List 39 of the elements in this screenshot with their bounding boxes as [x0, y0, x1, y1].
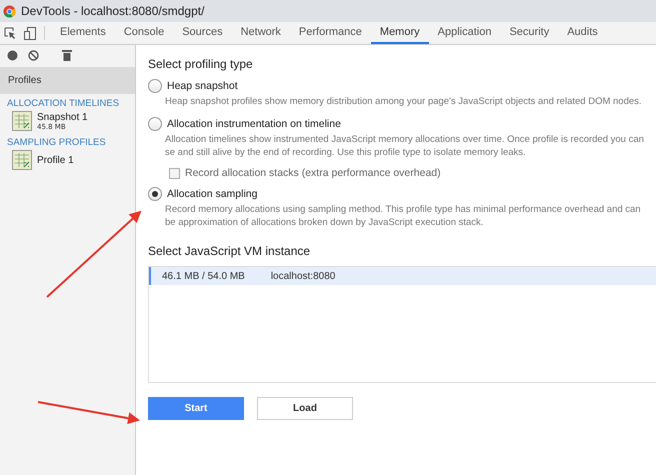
radio-button[interactable]: [148, 116, 162, 131]
radio-button[interactable]: [148, 187, 162, 202]
start-button[interactable]: Start: [148, 397, 244, 420]
radio-button[interactable]: [148, 79, 162, 93]
panel-tab[interactable]: Application: [428, 22, 500, 44]
vm-instance-row[interactable]: 46.1 MB / 54.0 MB localhost:8080: [149, 267, 656, 286]
panel-tab[interactable]: Network: [232, 22, 290, 44]
load-button[interactable]: Load: [257, 397, 353, 420]
section-heading: Select JavaScript VM instance: [148, 244, 312, 258]
panel-tab[interactable]: Sources: [173, 22, 232, 44]
profile-icon: [12, 111, 32, 131]
profile-name[interactable]: Snapshot 1: [37, 112, 88, 122]
section-heading: Select profiling type: [148, 57, 254, 71]
option-description: Record memory allocations using sampling method. This profile type has minimal performance overhead and can be approximation of allocations broken down by JavaScript execution stack.: [165, 204, 642, 230]
radio-option[interactable]: Allocation sampling: [148, 187, 656, 202]
radio-option[interactable]: Heap snapshot: [148, 79, 656, 93]
checkbox[interactable]: [169, 168, 180, 179]
option-label: Allocation sampling: [167, 188, 258, 200]
panel-tab[interactable]: Console: [114, 22, 174, 44]
option-label: Allocation instrumentation on timeline: [167, 118, 341, 130]
profile-name[interactable]: Profile 1: [37, 154, 74, 166]
option-description: Heap snapshot profiles show memory distribution among your page's JavaScript objects and related DOM nodes.: [165, 96, 643, 109]
instance-host: localhost:8080: [270, 270, 336, 282]
panel-tab[interactable]: Security: [500, 22, 558, 44]
window-title: DevTools - localhost:8080/smdgpt/: [21, 4, 204, 18]
panel-tab[interactable]: Memory: [370, 22, 429, 44]
group-title: SAMPLING PROFILES: [6, 136, 107, 148]
option-label: Heap snapshot: [167, 80, 238, 92]
profile-icon: [12, 150, 32, 170]
checkbox-label: Record allocation stacks (extra performance overhead): [185, 167, 441, 180]
panel-tab[interactable]: Elements: [51, 22, 115, 44]
panel-tab[interactable]: Performance: [290, 22, 371, 44]
radio-option[interactable]: Allocation instrumentation on timeline: [148, 116, 656, 131]
memory-usage: 46.1 MB / 54.0 MB: [162, 270, 245, 282]
panel-tab[interactable]: Audits: [558, 22, 607, 44]
browser-logo-icon: [3, 4, 16, 18]
profiles-header[interactable]: Profiles: [0, 67, 135, 94]
option-description: Allocation timelines show instrumented JavaScript memory allocations over time. Once profile is recorded you can se and still alive by the end of recording. Use this profile type to isolate memory leaks.: [165, 134, 645, 160]
group-title: ALLOCATION TIMELINES: [6, 97, 120, 109]
